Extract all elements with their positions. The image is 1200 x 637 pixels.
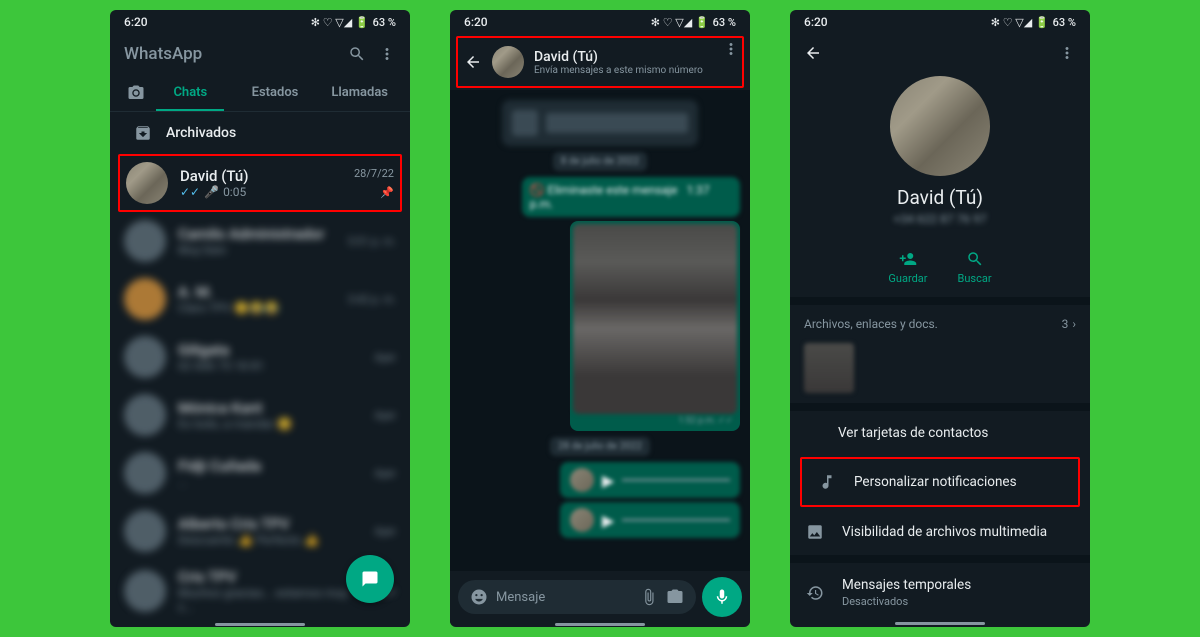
info-header [790, 34, 1090, 72]
archive-icon [134, 124, 152, 142]
more-icon[interactable] [378, 45, 396, 63]
music-note-icon [818, 473, 836, 491]
tab-bar: Chats Estados Llamadas [110, 74, 410, 112]
save-contact-button[interactable]: Guardar [888, 250, 927, 285]
avatar [126, 162, 168, 204]
avatar [124, 220, 166, 262]
header-subtitle: Envía mensajes a este mismo número [534, 65, 736, 76]
nav-bar [450, 623, 750, 627]
profile-actions: Guardar Buscar [790, 238, 1090, 305]
avatar [492, 46, 524, 78]
custom-notifications-item[interactable]: Personalizar notificaciones [802, 459, 1078, 505]
chat-time: 28/7/22 [354, 167, 394, 180]
msg-voice[interactable]: ▶ [560, 462, 740, 498]
back-icon[interactable] [804, 44, 822, 62]
input-placeholder: Mensaje [496, 590, 632, 605]
screen-chat-list: 6:20 ✻ ♡ ▽◢ 🔋 63 % WhatsApp Chats Estado… [110, 10, 410, 627]
msg-deleted[interactable]: 🚫 Eliminaste este mensaje 1:37 p.m. [522, 177, 740, 217]
profile-section: David (Tú) +34 622 87 76 97 [790, 72, 1090, 238]
chat-row[interactable]: A. M.Claro TPV 😊😂😂 3:42 p. m. [110, 270, 410, 328]
avatar [124, 510, 166, 552]
emoji-icon[interactable] [470, 588, 488, 606]
status-right: ✻ ♡ ▽◢ 🔋 63 % [311, 16, 396, 29]
mic-icon: 🎤 [204, 185, 219, 199]
input-bar: Mensaje [450, 571, 750, 623]
chat-row[interactable]: Giligata02 606 75 18 81 Ayer [110, 328, 410, 386]
media-visibility-item[interactable]: Visibilidad de archivos multimedia [790, 509, 1090, 555]
status-time: 6:20 [124, 15, 148, 29]
chat-row[interactable]: Mónica KantEs todo, a mandar 😊 Ayer [110, 386, 410, 444]
search-chat-button[interactable]: Buscar [958, 250, 992, 285]
chat-name: David (Tú) [180, 167, 342, 185]
avatar [124, 278, 166, 320]
status-bar: 6:20 ✻ ♡ ▽◢ 🔋 63 % [450, 10, 750, 34]
date-pill: 8 de julio de 2022 [553, 152, 647, 171]
attach-icon[interactable] [640, 588, 658, 606]
camera-icon[interactable] [666, 588, 684, 606]
header-name: David (Tú) [534, 49, 736, 65]
timer-icon [806, 584, 824, 602]
more-icon[interactable] [1058, 44, 1076, 62]
chat-row[interactable]: Camilo AdministradorMuy bien 5:51 p. m. [110, 212, 410, 270]
app-title: WhatsApp [124, 44, 336, 64]
nav-bar [790, 622, 1090, 626]
message-input[interactable]: Mensaje [458, 580, 696, 614]
date-pill: 28 de julio de 2022 [550, 437, 650, 456]
mic-button[interactable] [702, 577, 742, 617]
contact-cards-item[interactable]: Ver tarjetas de contactos [790, 411, 1090, 455]
media-thumbnail[interactable] [804, 343, 854, 393]
disappearing-messages-item[interactable]: Mensajes temporales Desactivados [790, 563, 1090, 622]
profile-name: David (Tú) [790, 186, 1090, 209]
chevron-right-icon: › [1072, 317, 1076, 331]
tab-estados[interactable]: Estados [233, 75, 318, 110]
tab-chats[interactable]: Chats [148, 75, 233, 110]
msg-image[interactable]: 1:52 p.m. ✓✓ [570, 221, 740, 431]
status-bar: 6:20 ✻ ♡ ▽◢ 🔋 63 % [110, 10, 410, 34]
chat-header[interactable]: David (Tú) Envía mensajes a este mismo n… [458, 38, 742, 86]
avatar [124, 452, 166, 494]
screen-contact-info: 6:20 ✻ ♡ ▽◢ 🔋 63 % David (Tú) +34 622 87… [790, 10, 1090, 627]
avatar [124, 336, 166, 378]
chat-row[interactable]: Fidji Cuñada... Ayer [110, 444, 410, 502]
app-header: WhatsApp [110, 34, 410, 74]
msg-voice[interactable]: ▶ [560, 502, 740, 538]
pin-icon: 📌 [380, 186, 394, 199]
more-icon[interactable] [722, 40, 740, 58]
image-icon [806, 523, 824, 541]
chat-row[interactable]: Alberto Cris TPVDescuento 👍 Perfecto 👍 A… [110, 502, 410, 560]
profile-avatar[interactable] [890, 76, 990, 176]
archived-label: Archivados [166, 125, 236, 141]
chat-list: Archivados David (Tú) ✓✓ 🎤 0:05 28/7/22 … [110, 112, 410, 623]
chat-preview: ✓✓ 🎤 0:05 [180, 185, 342, 199]
avatar [124, 394, 166, 436]
read-check-icon: ✓✓ [180, 185, 200, 199]
chat-david[interactable]: David (Tú) ✓✓ 🎤 0:05 28/7/22 📌 [120, 156, 400, 210]
new-chat-fab[interactable] [346, 555, 394, 603]
avatar [124, 570, 166, 612]
nav-bar [110, 623, 410, 627]
tab-llamadas[interactable]: Llamadas [317, 75, 402, 110]
status-bar: 6:20 ✻ ♡ ▽◢ 🔋 63 % [790, 10, 1090, 34]
back-icon[interactable] [464, 53, 482, 71]
profile-phone: +34 622 87 76 97 [790, 212, 1090, 226]
camera-tab-icon[interactable] [118, 74, 148, 112]
msg-document[interactable] [502, 100, 698, 146]
search-icon[interactable] [348, 45, 366, 63]
screen-conversation: 6:20 ✻ ♡ ▽◢ 🔋 63 % David (Tú) Envía mens… [450, 10, 750, 627]
archived-row[interactable]: Archivados [110, 112, 410, 154]
conversation-area[interactable]: 8 de julio de 2022 🚫 Eliminaste este men… [450, 90, 750, 571]
media-section[interactable]: Archivos, enlaces y docs. 3 › [790, 305, 1090, 343]
